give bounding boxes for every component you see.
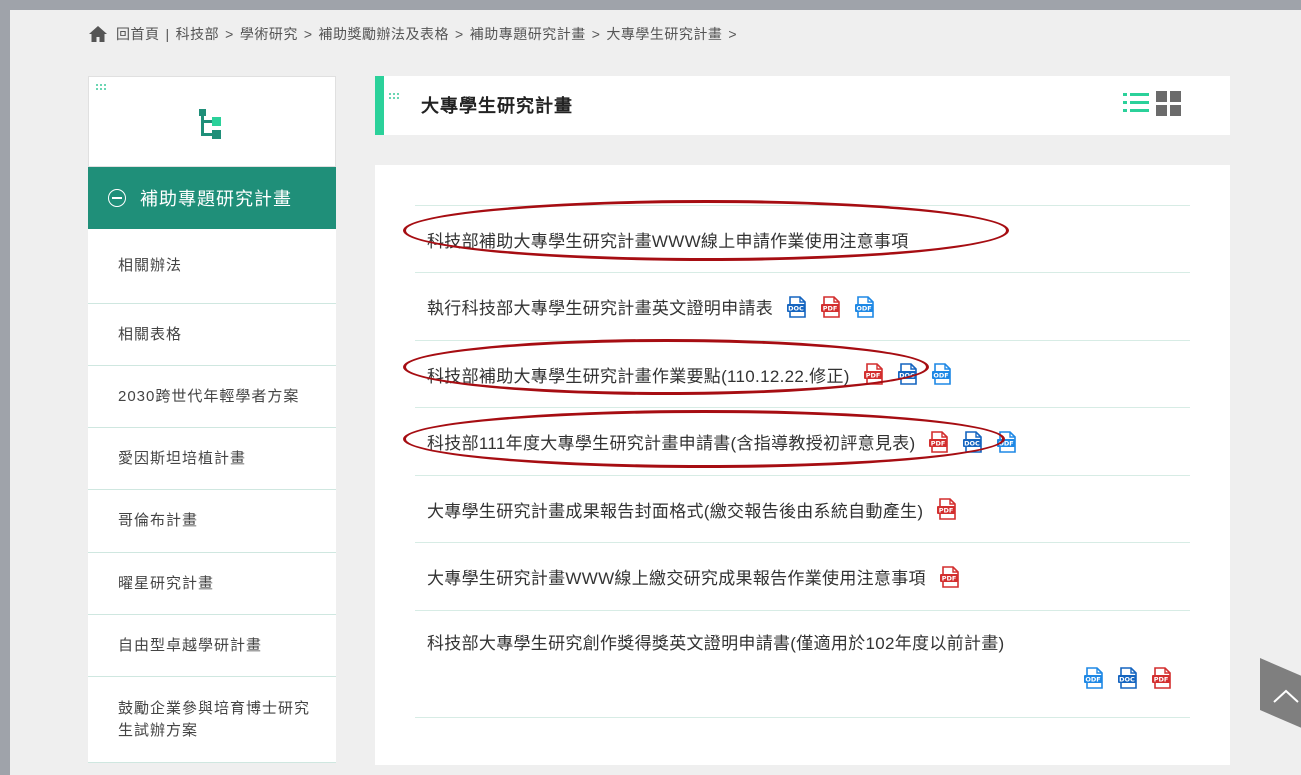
svg-text:PDF: PDF (942, 574, 957, 582)
odf-file-icon[interactable]: ODF (1084, 667, 1104, 689)
document-row: 大專學生研究計畫成果報告封面格式(繳交報告後由系統自動產生) PDF (415, 476, 1190, 543)
doc-file-icon[interactable]: DOC (963, 430, 983, 453)
odf-file-icon[interactable]: ODF (997, 430, 1017, 453)
file-icons: PDF DOC ODF (915, 430, 1017, 453)
svg-text:PDF: PDF (931, 439, 946, 447)
svg-text:DOC: DOC (965, 439, 981, 447)
breadcrumb-divider: | (165, 26, 170, 42)
sidebar-item-label: 相關表格 (118, 325, 183, 343)
document-link[interactable]: 大專學生研究計畫WWW線上繳交研究成果報告作業使用注意事項 (427, 564, 926, 589)
sidebar-item-industry-phd[interactable]: 鼓勵企業參與培育博士研究生試辦方案 (88, 677, 336, 763)
document-row: 科技部大專學生研究創作獎得獎英文證明申請書(僅適用於102年度以前計畫) ODF D… (415, 611, 1190, 718)
content-body: 科技部補助大專學生研究計畫WWW線上申請作業使用注意事項 執行科技部大專學生研究計… (375, 165, 1230, 765)
breadcrumb-link-research[interactable]: 學術研究 (240, 24, 298, 44)
breadcrumb-link-most[interactable]: 科技部 (176, 24, 220, 44)
document-row: 科技部補助大專學生研究計畫WWW線上申請作業使用注意事項 (415, 206, 1190, 273)
file-icons: PDF DOC ODF (850, 363, 952, 385)
breadcrumb-link-projects[interactable]: 補助專題研究計畫 (470, 24, 586, 44)
pdf-file-icon[interactable]: PDF (821, 295, 841, 318)
document-row: 科技部補助大專學生研究計畫作業要點(110.12.22.修正) PDF DOC ODF (415, 341, 1190, 408)
sidebar-item-2030-young-scholars[interactable]: 2030跨世代年輕學者方案 (88, 366, 336, 428)
back-to-top-button[interactable] (1260, 658, 1301, 732)
sidebar-item-label: 哥倫布計畫 (118, 512, 199, 529)
file-icons: PDF (923, 498, 957, 520)
grid-view-icon[interactable] (1156, 91, 1181, 116)
svg-text:ODF: ODF (933, 372, 948, 380)
svg-text:ODF: ODF (1085, 676, 1100, 684)
document-list: 科技部補助大專學生研究計畫WWW線上申請作業使用注意事項 執行科技部大專學生研究計… (415, 205, 1190, 718)
pdf-file-icon[interactable]: PDF (1152, 667, 1172, 689)
dots-decoration (388, 92, 400, 100)
sidebar-item-label: 自由型卓越學研計畫 (118, 636, 263, 654)
odf-file-icon[interactable]: ODF (931, 363, 952, 385)
file-icons: PDF (926, 565, 960, 588)
document-link[interactable]: 科技部111年度大專學生研究計畫申請書(含指導教授初評意見表) (427, 429, 915, 454)
breadcrumb-separator: > (728, 26, 738, 42)
doc-file-icon[interactable]: DOC (1118, 667, 1138, 689)
breadcrumb-separator: > (225, 26, 234, 42)
sidebar-active-item[interactable]: 補助專題研究計畫 (88, 167, 336, 229)
breadcrumb-separator: > (303, 26, 313, 42)
content-header: 大專學生研究計畫 (375, 76, 1230, 135)
sidebar-item-columbus[interactable]: 哥倫布計畫 (88, 490, 336, 553)
pdf-file-icon[interactable]: PDF (937, 498, 957, 520)
doc-file-icon[interactable]: DOC (787, 295, 807, 318)
sidebar-item-excellence[interactable]: 自由型卓越學研計畫 (88, 615, 336, 677)
collapse-icon[interactable] (108, 189, 126, 207)
accent-bar (375, 76, 384, 135)
file-icons: DOC PDF ODF (773, 295, 875, 318)
svg-text:DOC: DOC (1119, 676, 1135, 684)
sidebar-active-label: 補助專題研究計畫 (140, 189, 292, 209)
sidebar-menu: 相關辦法 相關表格 2030跨世代年輕學者方案 愛因斯坦培植計畫 哥倫布計畫 曜… (88, 229, 336, 763)
doc-file-icon[interactable]: DOC (897, 363, 918, 385)
sidebar-item-label: 鼓勵企業參與培育博士研究生試辦方案 (118, 699, 311, 739)
document-link[interactable]: 科技部補助大專學生研究計畫作業要點(110.12.22.修正) (427, 362, 850, 387)
home-icon[interactable] (88, 25, 108, 43)
breadcrumb-link-grants[interactable]: 補助獎勵辦法及表格 (319, 24, 450, 44)
list-view-icon[interactable] (1123, 90, 1149, 116)
svg-text:ODF: ODF (856, 304, 871, 312)
odf-file-icon[interactable]: ODF (855, 295, 875, 318)
sidebar-item-forms[interactable]: 相關表格 (88, 304, 336, 366)
page-container: 回首頁 | 科技部 > 學術研究 > 補助獎勵辦法及表格 > 補助專題研究計畫 … (10, 10, 1301, 775)
breadcrumb-separator: > (455, 26, 464, 42)
pdf-file-icon[interactable]: PDF (863, 363, 884, 385)
document-link[interactable]: 科技部補助大專學生研究計畫WWW線上申請作業使用注意事項 (427, 227, 909, 252)
sidebar-item-regulations[interactable]: 相關辦法 (88, 229, 336, 304)
pdf-file-icon[interactable]: PDF (929, 430, 949, 453)
svg-text:PDF: PDF (823, 304, 838, 312)
page-title: 大專學生研究計畫 (421, 96, 573, 116)
svg-text:ODF: ODF (999, 439, 1014, 447)
sidebar-item-label: 2030跨世代年輕學者方案 (118, 387, 300, 405)
document-row: 科技部111年度大專學生研究計畫申請書(含指導教授初評意見表) PDF DOC ODF (415, 408, 1190, 476)
document-row: 執行科技部大專學生研究計畫英文證明申請表 DOC PDF ODF (415, 273, 1190, 341)
sidebar-item-einstein[interactable]: 愛因斯坦培植計畫 (88, 428, 336, 490)
sidebar-item-label: 相關辦法 (118, 257, 183, 274)
sidebar-header (88, 76, 336, 167)
file-icons: ODF DOC PDF (1070, 667, 1172, 689)
dots-decoration (95, 83, 107, 91)
breadcrumb-link-student-projects[interactable]: 大專學生研究計畫 (606, 24, 722, 44)
sidebar-item-yaoxing[interactable]: 曜星研究計畫 (88, 553, 336, 615)
document-link[interactable]: 科技部大專學生研究創作獎得獎英文證明申請書(僅適用於102年度以前計畫) (427, 629, 1004, 654)
svg-text:PDF: PDF (939, 507, 954, 515)
sidebar-item-label: 曜星研究計畫 (118, 574, 215, 592)
pdf-file-icon[interactable]: PDF (939, 565, 960, 588)
svg-text:PDF: PDF (865, 372, 880, 380)
sidebar-item-label: 愛因斯坦培植計畫 (118, 449, 247, 467)
sitemap-icon (199, 109, 221, 139)
breadcrumb: 回首頁 | 科技部 > 學術研究 > 補助獎勵辦法及表格 > 補助專題研究計畫 … (88, 24, 743, 44)
document-link[interactable]: 大專學生研究計畫成果報告封面格式(繳交報告後由系統自動產生) (427, 497, 923, 522)
document-row: 大專學生研究計畫WWW線上繳交研究成果報告作業使用注意事項 PDF (415, 543, 1190, 611)
document-link[interactable]: 執行科技部大專學生研究計畫英文證明申請表 (427, 294, 773, 319)
svg-text:PDF: PDF (1154, 676, 1169, 684)
breadcrumb-separator: > (591, 26, 601, 42)
breadcrumb-home-link[interactable]: 回首頁 (116, 24, 160, 44)
svg-text:DOC: DOC (899, 372, 915, 380)
svg-text:DOC: DOC (788, 304, 804, 312)
